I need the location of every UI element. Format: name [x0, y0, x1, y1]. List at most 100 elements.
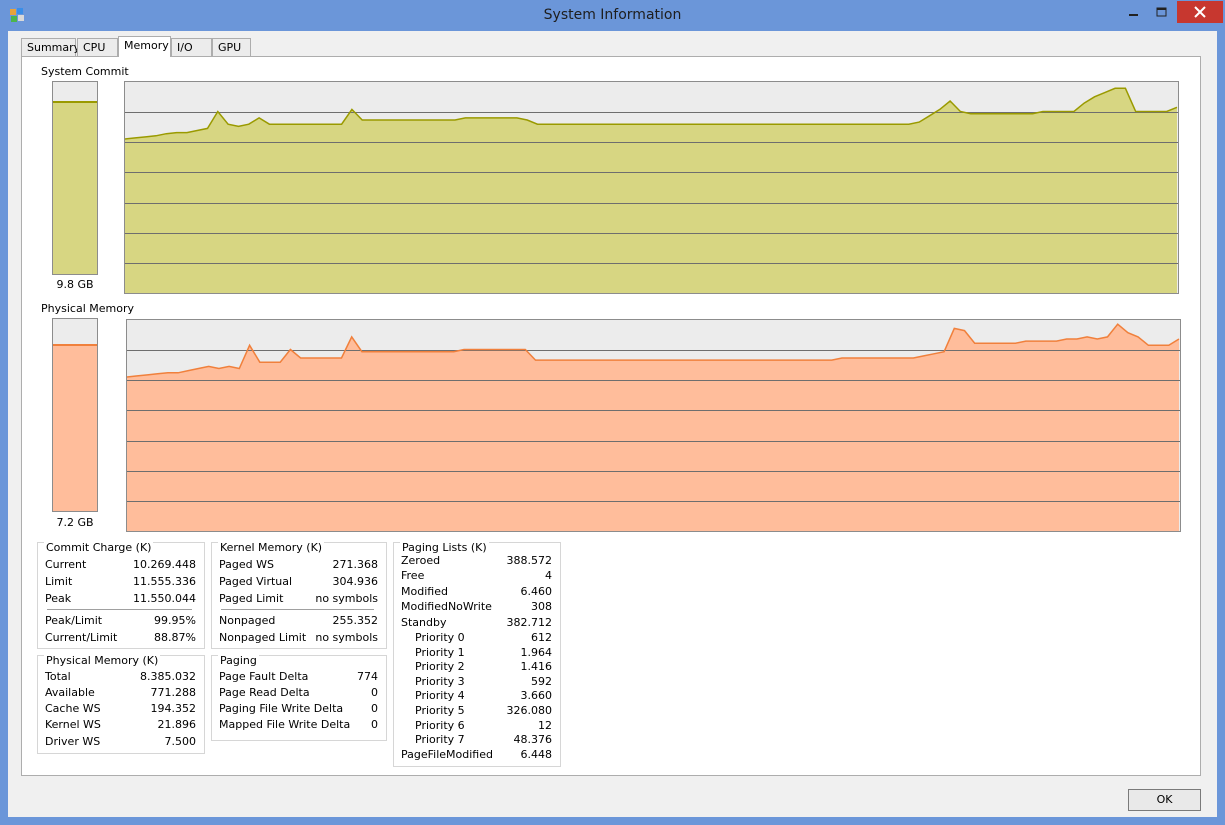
- pl-standby-value: 382.712: [506, 616, 553, 629]
- peak-limit-label: Peak/Limit: [45, 614, 103, 627]
- pm-kernel-ws-label: Kernel WS: [45, 718, 101, 731]
- pm-driver-ws-row: Driver WS 7.500: [45, 735, 196, 750]
- priority-row: Priority 0 612: [415, 631, 552, 646]
- paging-file-write-row: Paging File Write Delta 0: [219, 702, 378, 717]
- close-icon: [1194, 6, 1206, 18]
- priority-row: Priority 3 592: [415, 675, 552, 690]
- maximize-button[interactable]: [1148, 1, 1174, 23]
- system-commit-label: System Commit: [41, 65, 129, 78]
- priority-label: Priority 0: [415, 631, 465, 644]
- title-bar[interactable]: System Information: [0, 0, 1225, 32]
- pm-total-label: Total: [45, 670, 71, 683]
- paging-read-delta-row: Page Read Delta 0: [219, 686, 378, 701]
- priority-value: 592: [531, 674, 552, 688]
- system-information-window: System Information Summary CPU Memory I/…: [0, 0, 1225, 825]
- maximize-icon: [1156, 7, 1167, 17]
- paging-title: Paging: [218, 654, 259, 667]
- kernel-separator: [221, 609, 374, 610]
- priority-row: Priority 5 326.080: [415, 704, 552, 719]
- pl-free-value: 4: [545, 569, 552, 582]
- km-nonpaged-limit-label: Nonpaged Limit: [219, 631, 307, 644]
- commit-limit-value: 11.555.336: [133, 575, 196, 588]
- pm-available-row: Available 771.288: [45, 686, 196, 701]
- pl-zeroed-value: 388.572: [506, 554, 553, 567]
- priority-row: Priority 7 48.376: [415, 733, 552, 748]
- pm-available-label: Available: [45, 686, 95, 699]
- km-paged-ws-value: 271.368: [332, 558, 379, 571]
- minimize-icon: [1129, 14, 1138, 16]
- system-commit-graph: [124, 81, 1179, 294]
- commit-peak-row: Peak 11.550.044: [45, 592, 196, 607]
- physical-memory-graph: [126, 319, 1181, 532]
- paging-lists-title: Paging Lists (K): [400, 541, 489, 554]
- pm-kernel-ws-value: 21.896: [157, 718, 197, 731]
- mapped-file-write-label: Mapped File Write Delta: [219, 718, 351, 731]
- paging-fault-delta-label: Page Fault Delta: [219, 670, 309, 683]
- commit-limit-row: Limit 11.555.336: [45, 575, 196, 590]
- kernel-memory-title: Kernel Memory (K): [218, 541, 325, 554]
- commit-current-value: 10.269.448: [133, 558, 196, 571]
- commit-limit-label: Limit: [45, 575, 73, 588]
- km-paged-virtual-value: 304.936: [332, 575, 379, 588]
- pm-cache-ws-value: 194.352: [150, 702, 197, 715]
- tab-io[interactable]: I/O: [171, 38, 212, 56]
- system-commit-bar-fill: [53, 101, 97, 274]
- priority-row: Priority 4 3.660: [415, 689, 552, 704]
- tab-gpu[interactable]: GPU: [212, 38, 251, 56]
- km-nonpaged-label: Nonpaged: [219, 614, 276, 627]
- system-commit-value: 9.8 GB: [56, 278, 94, 291]
- km-paged-ws-label: Paged WS: [219, 558, 274, 571]
- paging-file-write-label: Paging File Write Delta: [219, 702, 344, 715]
- paging-fault-delta-row: Page Fault Delta 774: [219, 670, 378, 685]
- pl-modifiednowrite-row: ModifiedNoWrite 308: [401, 600, 552, 615]
- pl-pagefilemodified-label: PageFileModified: [401, 748, 493, 761]
- mapped-file-write-value: 0: [371, 718, 378, 731]
- pm-available-value: 771.288: [150, 686, 197, 699]
- commit-peak-label: Peak: [45, 592, 72, 605]
- priority-row: Priority 6 12: [415, 719, 552, 734]
- pl-modifiednowrite-value: 308: [531, 600, 552, 613]
- km-paged-ws-row: Paged WS 271.368: [219, 558, 378, 573]
- pl-free-label: Free: [401, 569, 425, 582]
- km-nonpaged-row: Nonpaged 255.352: [219, 614, 378, 629]
- pm-total-value: 8.385.032: [140, 670, 196, 683]
- pm-kernel-ws-row: Kernel WS 21.896: [45, 718, 196, 733]
- priority-label: Priority 3: [415, 674, 465, 688]
- mapped-file-write-row: Mapped File Write Delta 0: [219, 718, 378, 733]
- pm-total-row: Total 8.385.032: [45, 670, 196, 685]
- priority-label: Priority 6: [415, 718, 465, 732]
- peak-limit-row: Peak/Limit 99.95%: [45, 614, 196, 629]
- commit-current-row: Current 10.269.448: [45, 558, 196, 573]
- current-limit-label: Current/Limit: [45, 631, 118, 644]
- km-paged-virtual-label: Paged Virtual: [219, 575, 293, 588]
- priority-label: Priority 5: [415, 704, 465, 717]
- peak-limit-value: 99.95%: [154, 614, 196, 627]
- window-title: System Information: [543, 7, 682, 23]
- ok-button[interactable]: OK: [1128, 789, 1201, 811]
- tab-cpu[interactable]: CPU: [77, 38, 118, 56]
- km-paged-limit-row: Paged Limit no symbols: [219, 592, 378, 607]
- dialog-client: Summary CPU Memory I/O GPU System Commit…: [8, 31, 1217, 817]
- km-paged-virtual-row: Paged Virtual 304.936: [219, 575, 378, 590]
- pl-standby-label: Standby: [401, 616, 447, 629]
- tab-memory[interactable]: Memory: [118, 36, 171, 57]
- pl-modified-value: 6.460: [520, 585, 553, 598]
- pm-driver-ws-label: Driver WS: [45, 735, 101, 748]
- tab-summary[interactable]: Summary: [21, 38, 80, 56]
- pl-zeroed-label: Zeroed: [401, 554, 441, 567]
- pl-pagefilemodified-value: 6.448: [520, 748, 553, 761]
- km-paged-limit-label: Paged Limit: [219, 592, 284, 605]
- system-commit-bar: [52, 81, 98, 275]
- physical-memory-title: Physical Memory (K): [44, 654, 161, 667]
- system-commit-graph-svg: [124, 87, 1178, 293]
- priority-value: 12: [538, 718, 552, 732]
- km-nonpaged-value: 255.352: [332, 614, 379, 627]
- physical-memory-bar: [52, 318, 98, 512]
- priority-value: 612: [531, 631, 552, 644]
- minimize-button[interactable]: [1120, 1, 1146, 23]
- kernel-memory-group: Kernel Memory (K) Paged WS 271.368 Paged …: [211, 541, 387, 649]
- physical-memory-graph-svg: [126, 323, 1180, 531]
- pl-modifiednowrite-label: ModifiedNoWrite: [401, 600, 492, 613]
- priority-label: Priority 1: [415, 645, 465, 659]
- close-button[interactable]: [1177, 1, 1223, 23]
